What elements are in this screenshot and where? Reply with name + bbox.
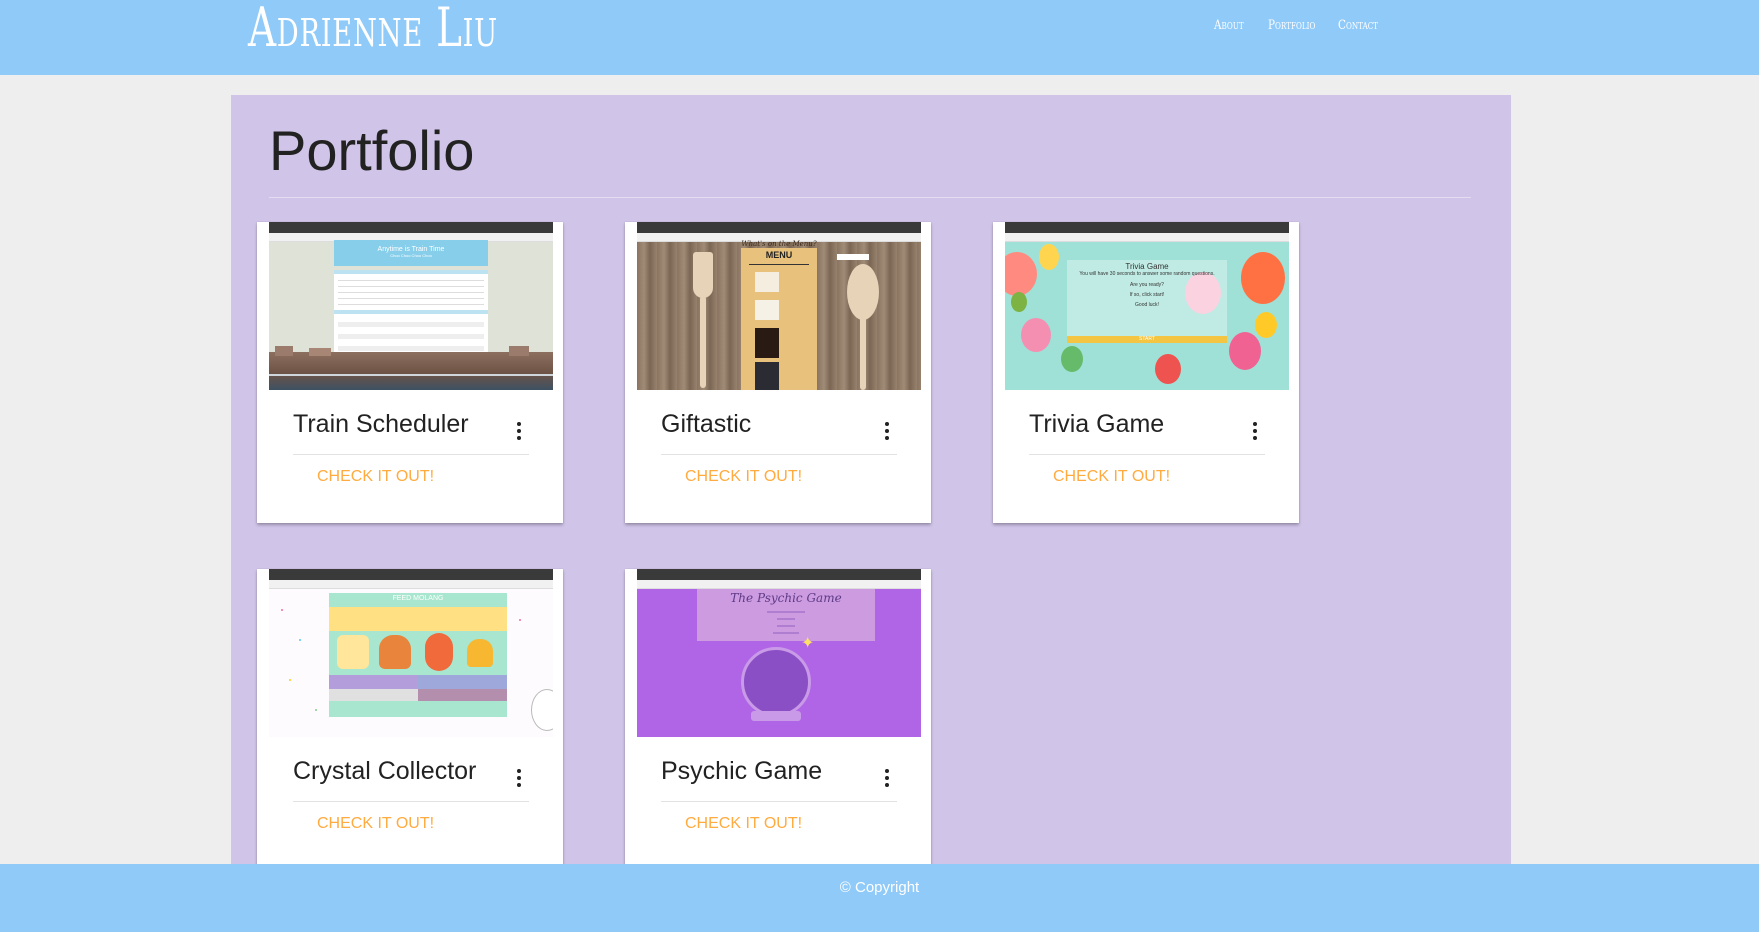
sparkle-icon: ✦ [801,633,815,652]
card-divider [293,454,529,455]
project-card-psychic-game: The Psychic Game ✦ Psychic Game CHECK IT… [625,569,931,870]
thumb-fork [693,252,713,388]
more-vert-icon[interactable] [1253,422,1257,440]
check-it-out-link[interactable]: CHECK IT OUT! [317,468,434,486]
page-title: Portfolio [269,119,475,182]
check-it-out-link[interactable]: CHECK IT OUT! [685,468,802,486]
thumb-score-panel: The Psychic Game [697,589,875,641]
thumb-heading: Anytime is Train Time [377,246,445,253]
thumb-header: Anytime is Train Time Choo Choo Choo Cho… [334,240,488,266]
project-card-trivia-game: Trivia Game You will have 30 seconds to … [993,222,1299,523]
thumb-line-1: You will have 30 seconds to answer some … [1079,271,1215,277]
more-vert-icon[interactable] [517,422,521,440]
nav-portfolio-link[interactable]: Portfolio [1268,18,1315,33]
thumb-browser-bar [269,222,553,233]
thumb-heading: The Psychic Game [730,591,842,605]
project-card-train-scheduler: Anytime is Train Time Choo Choo Choo Cho… [257,222,563,523]
check-it-out-link[interactable]: CHECK IT OUT! [685,815,802,833]
thumb-line-4: Good luck! [1135,302,1159,308]
thumb-url-bar [269,580,553,589]
thumb-browser-bar [637,569,921,580]
thumb-question-panel: Trivia Game You will have 30 seconds to … [1067,260,1227,340]
project-thumbnail[interactable]: Anytime is Train Time Choo Choo Choo Cho… [269,222,553,390]
thumb-browser-bar [1005,222,1289,233]
thumb-line-3: If so, click start! [1129,292,1165,298]
project-thumbnail[interactable]: FEED MOLANG [269,569,553,737]
card-divider [661,801,897,802]
thumb-menu-heading: MENU [765,250,793,260]
thumb-crystal-stand [751,711,801,721]
project-card-giftastic: What's on the Menu? MENU Giftastic CHECK… [625,222,931,523]
check-it-out-link[interactable]: CHECK IT OUT! [1053,468,1170,486]
thumb-start-button: START [1067,336,1227,343]
nav-links: About Portfolio Contact [0,18,1759,38]
project-card-crystal-collector: FEED MOLANG Crystal Collector CHECK IT O… [257,569,563,870]
check-it-out-link[interactable]: CHECK IT OUT! [317,815,434,833]
thumb-schedule-table [334,270,488,310]
more-vert-icon[interactable] [885,769,889,787]
thumb-line-2: Are you ready? [1130,282,1164,288]
project-thumbnail[interactable]: The Psychic Game ✦ [637,569,921,737]
card-title: Trivia Game [1029,410,1165,438]
card-title: Psychic Game [661,757,823,785]
project-thumbnail[interactable]: Trivia Game You will have 30 seconds to … [1005,222,1289,390]
card-title: Train Scheduler [293,410,469,438]
thumb-spoon [847,264,879,390]
card-divider [293,801,529,802]
thumb-search-box [837,254,869,260]
thumb-subheading: Choo Choo Choo Choo [390,253,432,258]
title-divider [269,197,1471,198]
more-vert-icon[interactable] [885,422,889,440]
card-title: Crystal Collector [293,757,477,785]
card-divider [1029,454,1265,455]
thumb-menu-board: MENU [741,248,817,390]
card-title: Giftastic [661,410,752,438]
nav-contact-link[interactable]: Contact [1338,18,1378,33]
footer: © Copyright [0,864,1759,932]
thumb-tagline: What's on the Menu? [741,240,817,248]
more-vert-icon[interactable] [517,769,521,787]
thumb-heading: Trivia Game [1125,262,1169,271]
navbar: Adrienne Liu About Portfolio Contact [0,0,1759,75]
nav-about-link[interactable]: About [1214,18,1244,33]
thumb-crystal-ball [741,647,811,717]
thumb-url-bar [637,580,921,589]
thumb-heading: FEED MOLANG [392,595,444,602]
thumb-url-bar [1005,233,1289,242]
thumb-city-skyline [269,346,553,390]
portfolio-panel: Portfolio Anytime is Train Time Choo Cho… [231,95,1511,875]
project-thumbnail[interactable]: What's on the Menu? MENU [637,222,921,390]
thumb-browser-bar [637,222,921,233]
thumb-browser-bar [269,569,553,580]
copyright-text: © Copyright [839,879,920,896]
thumb-game-board: FEED MOLANG [329,593,507,717]
thumb-bunny [531,689,553,731]
card-divider [661,454,897,455]
